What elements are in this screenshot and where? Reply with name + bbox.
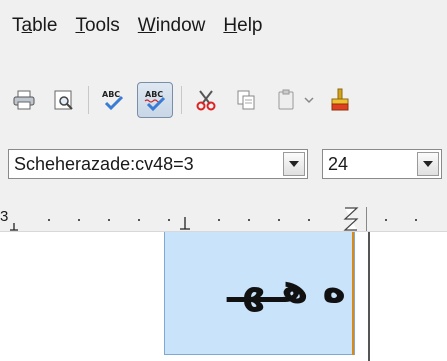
font-name-dropdown-icon[interactable] xyxy=(283,152,305,176)
clone-formatting-button[interactable] xyxy=(324,84,356,116)
menu-table[interactable]: Table xyxy=(10,9,59,43)
svg-text:ABC: ABC xyxy=(102,90,120,99)
print-button[interactable] xyxy=(8,84,40,116)
horizontal-ruler[interactable]: 3 xyxy=(0,207,447,232)
svg-text:ABC: ABC xyxy=(145,90,163,99)
ruler-tick xyxy=(108,219,110,221)
ruler-tick xyxy=(385,219,387,221)
ruler-indent-marker-icon[interactable] xyxy=(178,215,192,231)
copy-icon xyxy=(237,90,255,110)
document-text[interactable]: ه هـهـ xyxy=(227,266,346,312)
ruler-tick xyxy=(308,219,310,221)
toolbar-separator xyxy=(88,86,89,114)
page-boundary xyxy=(368,232,370,361)
font-size-value[interactable]: 24 xyxy=(323,154,417,175)
text-cursor xyxy=(352,232,354,355)
ruler-margin-line xyxy=(366,207,367,231)
ruler-tab-stop-icon xyxy=(10,223,18,231)
ruler-tick xyxy=(138,219,140,221)
print-preview-icon xyxy=(54,90,73,110)
menu-help[interactable]: Help xyxy=(221,9,264,43)
formatting-toolbar: Scheherazade:cv48=3 24 xyxy=(0,144,447,184)
font-name-value[interactable]: Scheherazade:cv48=3 xyxy=(9,154,283,175)
paste-icon xyxy=(278,89,294,110)
font-name-combo[interactable]: Scheherazade:cv48=3 xyxy=(8,149,308,179)
ruler-tick xyxy=(48,219,50,221)
toolbar-separator xyxy=(181,86,182,114)
ruler-tick xyxy=(278,219,280,221)
paste-dropdown-button[interactable] xyxy=(302,84,316,116)
paste-button[interactable] xyxy=(270,84,302,116)
ruler-tick xyxy=(248,219,250,221)
menu-bar: Table Tools Window Help xyxy=(0,0,447,52)
paste-dropdown-icon xyxy=(304,97,314,104)
font-size-dropdown-icon[interactable] xyxy=(417,152,439,176)
autospellcheck-button[interactable]: ABC xyxy=(137,82,173,118)
print-preview-button[interactable] xyxy=(48,84,80,116)
clone-formatting-icon xyxy=(331,88,349,111)
text-selection[interactable]: ه هـهـ xyxy=(164,232,355,355)
ruler-tick xyxy=(78,219,80,221)
spellcheck-icon: ABC xyxy=(102,90,124,111)
copy-button[interactable] xyxy=(230,84,262,116)
autospellcheck-icon: ABC xyxy=(144,90,166,112)
ruler-right-indent-icon[interactable] xyxy=(343,207,359,231)
cut-icon xyxy=(196,90,216,111)
document-area[interactable]: ه هـهـ xyxy=(0,232,447,361)
ruler-tick xyxy=(415,219,417,221)
standard-toolbar: ABC ABC xyxy=(0,80,447,120)
menu-tools[interactable]: Tools xyxy=(73,9,121,43)
ruler-tick xyxy=(218,219,220,221)
spellcheck-button[interactable]: ABC xyxy=(97,84,129,116)
print-icon xyxy=(13,90,35,110)
cut-button[interactable] xyxy=(190,84,222,116)
ruler-tick xyxy=(168,219,170,221)
font-size-combo[interactable]: 24 xyxy=(322,149,442,179)
menu-window[interactable]: Window xyxy=(136,9,208,43)
